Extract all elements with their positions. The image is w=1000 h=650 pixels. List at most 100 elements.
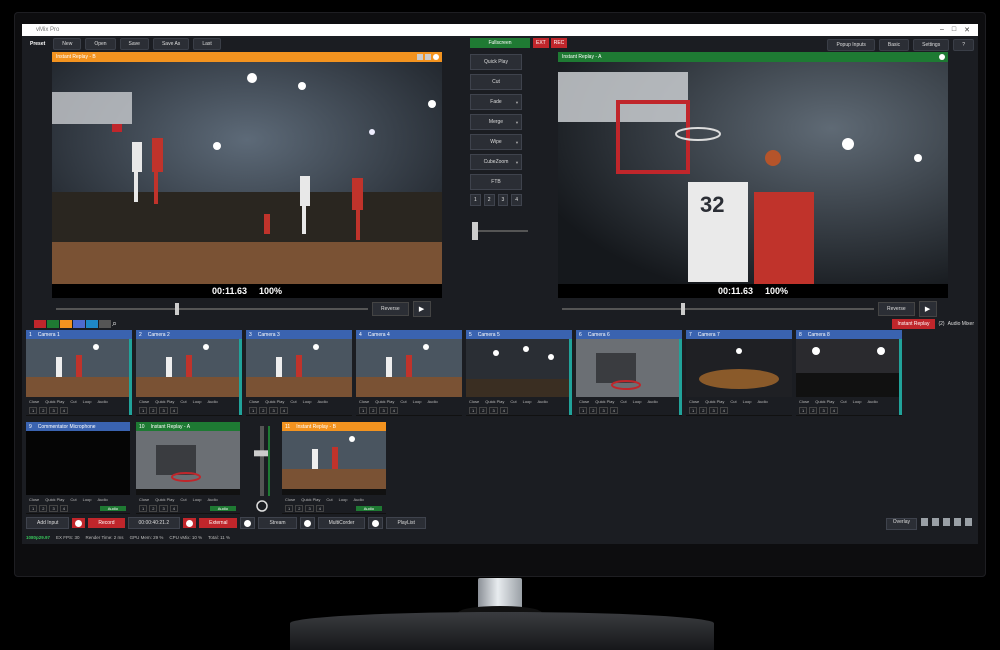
color-filter-4[interactable] xyxy=(86,320,98,328)
lock-icon[interactable] xyxy=(965,518,972,526)
tile-cut-button[interactable]: Cut xyxy=(326,497,332,502)
input-thumbnail[interactable] xyxy=(796,339,902,397)
color-filter-1[interactable] xyxy=(47,320,59,328)
input-thumbnail[interactable] xyxy=(576,339,682,397)
tile-cut-button[interactable]: Cut xyxy=(70,399,76,404)
tile-overlay-2-button[interactable]: 2 xyxy=(149,407,158,414)
tile-audio-button[interactable]: Audio xyxy=(354,497,364,502)
tile-overlay-2-button[interactable]: 2 xyxy=(149,505,158,512)
tile-loop-button[interactable]: Loop xyxy=(523,399,532,404)
tile-overlay-3-button[interactable]: 3 xyxy=(159,407,168,414)
tile-audio-button[interactable]: Audio xyxy=(209,506,236,511)
preview-fullscreen-icon[interactable] xyxy=(425,54,431,60)
tile-overlay-3-button[interactable]: 3 xyxy=(489,407,498,414)
tile-overlay-4-button[interactable]: 4 xyxy=(279,407,288,414)
tile-close-button[interactable]: Close xyxy=(689,399,699,404)
multicorder-button[interactable]: MultiCorder xyxy=(317,517,366,529)
tile-overlay-3-button[interactable]: 3 xyxy=(49,505,58,512)
tile-overlay-4-button[interactable]: 4 xyxy=(59,505,68,512)
t-bar-slider[interactable] xyxy=(470,222,530,242)
tile-overlay-4-button[interactable]: 4 xyxy=(59,407,68,414)
tile-overlay-4-button[interactable]: 4 xyxy=(315,505,324,512)
tile-audio-button[interactable]: Audio xyxy=(98,399,108,404)
tile-overlay-1-button[interactable]: 1 xyxy=(359,407,368,414)
tile-overlay-3-button[interactable]: 3 xyxy=(305,505,314,512)
transition-ftb-button[interactable]: FTB xyxy=(470,174,522,190)
tile-loop-button[interactable]: Loop xyxy=(339,497,348,502)
tile-overlay-1-button[interactable]: 1 xyxy=(285,505,294,512)
input-tile-header[interactable]: 8 Camera 8 xyxy=(796,330,902,339)
preview-reverse-button[interactable]: Reverse xyxy=(372,302,409,316)
tile-overlay-2-button[interactable]: 2 xyxy=(479,407,488,414)
chevron-down-icon[interactable]: ▼ xyxy=(515,160,519,165)
tile-overlay-3-button[interactable]: 3 xyxy=(49,407,58,414)
transition-wipe-button[interactable]: Wipe ▼ xyxy=(470,134,522,150)
tile-loop-button[interactable]: Loop xyxy=(743,399,752,404)
tile-overlay-3-button[interactable]: 3 xyxy=(709,407,718,414)
tile-audio-button[interactable]: Audio xyxy=(208,399,218,404)
tile-overlay-4-button[interactable]: 4 xyxy=(169,407,178,414)
tile-close-button[interactable]: Close xyxy=(139,399,149,404)
preview-seek-handle[interactable] xyxy=(174,303,179,315)
input-thumbnail[interactable] xyxy=(136,431,240,495)
record-settings-icon[interactable] xyxy=(72,518,86,528)
tile-quick-play-button[interactable]: Quick Play xyxy=(45,497,64,502)
output-reverse-button[interactable]: Reverse xyxy=(878,302,915,316)
chevron-down-icon[interactable]: ▼ xyxy=(515,100,519,105)
tile-audio-button[interactable]: Audio xyxy=(318,399,328,404)
tile-close-button[interactable]: Close xyxy=(579,399,589,404)
transition-cut-button[interactable]: Cut xyxy=(470,74,522,90)
transition-number-4[interactable]: 4 xyxy=(511,194,522,206)
transition-fade-button[interactable]: Fade ▼ xyxy=(470,94,522,110)
multicorder-settings-icon[interactable] xyxy=(299,517,315,529)
input-tile-header[interactable]: 6 Camera 6 xyxy=(576,330,682,339)
tile-audio-button[interactable]: Audio xyxy=(98,497,108,502)
tile-overlay-1-button[interactable]: 1 xyxy=(139,505,148,512)
tile-overlay-1-button[interactable]: 1 xyxy=(29,407,38,414)
external-settings-icon[interactable] xyxy=(183,518,197,528)
tile-loop-button[interactable]: Loop xyxy=(193,497,202,502)
input-thumbnail[interactable] xyxy=(26,339,132,397)
tile-cut-button[interactable]: Cut xyxy=(620,399,626,404)
transition-number-3[interactable]: 3 xyxy=(497,194,509,206)
basic-button[interactable]: Basic xyxy=(878,39,910,51)
audio-mixer-button[interactable]: Audio Mixer xyxy=(948,321,974,327)
input-tile-2[interactable]: 2 Camera 2 Close Quick Play Cut Loop Audio 1 2 3 4 xyxy=(136,330,242,416)
open-button[interactable]: Open xyxy=(85,37,116,50)
layout-icon[interactable] xyxy=(921,518,928,526)
input-thumbnail[interactable] xyxy=(356,339,462,397)
stream-button[interactable]: Stream xyxy=(258,517,297,529)
output-seek-track[interactable] xyxy=(562,303,874,315)
search-icon[interactable]: ⌕ xyxy=(112,318,117,329)
input-tile-3[interactable]: 3 Camera 3 Close Quick Play Cut Loop Audio 1 2 3 4 xyxy=(246,330,352,416)
tile-overlay-4-button[interactable]: 4 xyxy=(499,407,508,414)
tile-loop-button[interactable]: Loop xyxy=(413,399,422,404)
master-fader[interactable] xyxy=(246,422,278,512)
fullscreen-button[interactable]: Fullscreen xyxy=(470,38,530,48)
popup-inputs-button[interactable]: Popup Inputs xyxy=(827,39,875,51)
input-tile-header[interactable]: 1 Camera 1 xyxy=(26,330,132,339)
tile-overlay-3-button[interactable]: 3 xyxy=(269,407,278,414)
tile-close-button[interactable]: Close xyxy=(249,399,259,404)
tile-overlay-2-button[interactable]: 2 xyxy=(699,407,708,414)
tile-audio-button[interactable]: Audio xyxy=(355,506,382,511)
tile-close-button[interactable]: Close xyxy=(799,399,809,404)
playlist-button[interactable]: PlayList xyxy=(386,517,426,529)
output-window[interactable]: Instant Replay - A 32 00:11.63 100% xyxy=(558,52,948,298)
preview-play-button[interactable]: ▶ xyxy=(412,301,431,317)
tile-cut-button[interactable]: Cut xyxy=(180,399,186,404)
input-thumbnail[interactable] xyxy=(26,431,130,495)
tile-quick-play-button[interactable]: Quick Play xyxy=(485,399,504,404)
transition-number-2[interactable]: 2 xyxy=(483,194,495,206)
tile-overlay-1-button[interactable]: 1 xyxy=(249,407,258,414)
tile-overlay-2-button[interactable]: 2 xyxy=(809,407,818,414)
record-button[interactable]: Record xyxy=(88,518,125,528)
tile-cut-button[interactable]: Cut xyxy=(290,399,296,404)
tile-cut-button[interactable]: Cut xyxy=(730,399,736,404)
save-as-button[interactable]: Save As xyxy=(152,37,190,50)
input-tile-header[interactable]: 3 Camera 3 xyxy=(246,330,352,339)
input-tile-9[interactable]: 9 Commentator Microphone Close Quick Play Cu… xyxy=(26,422,130,514)
tile-quick-play-button[interactable]: Quick Play xyxy=(265,399,284,404)
input-thumbnail[interactable] xyxy=(136,339,242,397)
tile-cut-button[interactable]: Cut xyxy=(70,497,76,502)
